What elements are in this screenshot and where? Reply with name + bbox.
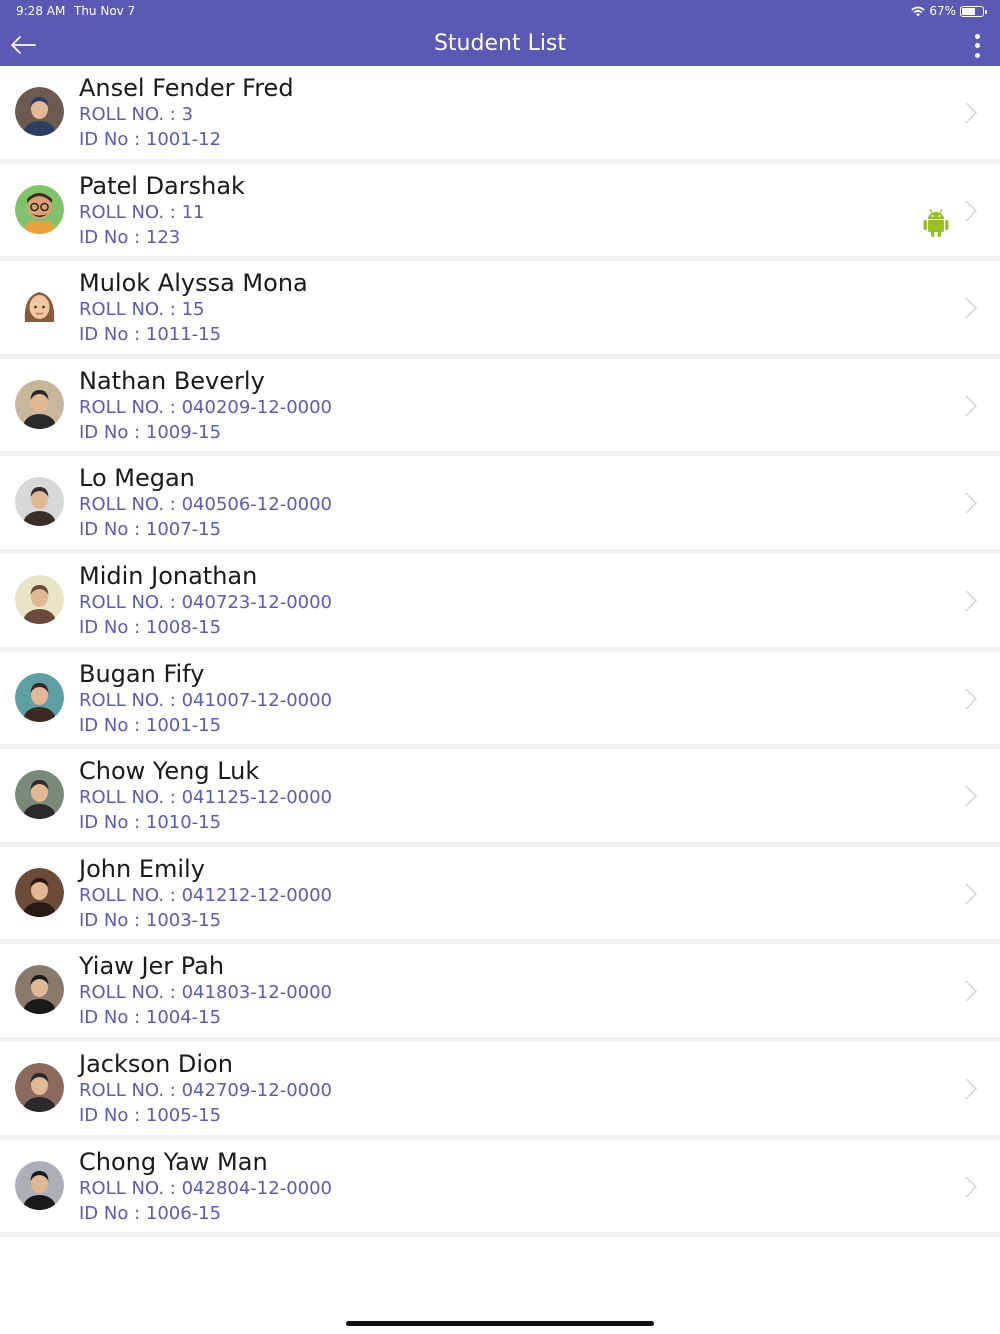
home-indicator [346, 1321, 654, 1326]
student-name: Yiaw Jer Pah [79, 952, 225, 981]
photo-avatar [15, 1062, 64, 1112]
roll-number: ROLL NO. : 3 [79, 104, 194, 125]
student-name: Chong Yaw Man [79, 1147, 268, 1176]
navigation-bar: 9:28 AM Thu Nov 7 67% Student List [0, 0, 1000, 66]
id-number: ID No : 1009-15 [79, 421, 222, 443]
roll-number: ROLL NO. : 15 [79, 299, 205, 321]
android-icon [923, 208, 949, 237]
id-number: ID No : 1008-15 [79, 616, 222, 638]
student-row[interactable]: Bugan Fify ROLL NO. : 041007-12-0000 ID No… [0, 651, 1000, 750]
id-number: ID No : 1003-15 [79, 909, 222, 931]
page-title: Student List [433, 31, 567, 56]
student-name: Nathan Beverly [79, 366, 265, 395]
roll-number: ROLL NO. : 041125-12-0000 [79, 787, 333, 809]
status-date: Thu Nov 7 [74, 4, 136, 18]
photo-avatar [15, 867, 64, 917]
roll-number: ROLL NO. : 041007-12-0000 [79, 689, 333, 711]
more-options-button[interactable] [968, 32, 986, 60]
roll-number: ROLL NO. : 040506-12-0000 [79, 494, 333, 516]
photo-avatar [15, 1160, 64, 1210]
photo-avatar [15, 574, 64, 624]
student-row[interactable]: Ansel Fender Fred ROLL NO. : 3 ID No : 100… [0, 66, 1000, 164]
dot-icon [974, 43, 980, 49]
status-time: 9:28 AM [16, 4, 66, 18]
student-name: Chow Yeng Luk [79, 757, 260, 786]
dot-icon [974, 52, 980, 58]
student-row[interactable]: Chong Yaw Man ROLL NO. : 042804-12-0000 ID… [0, 1139, 1000, 1238]
student-name: Lo Megan [79, 464, 195, 493]
chevron-right-icon [965, 688, 978, 710]
chevron-right-icon [965, 1078, 978, 1100]
cartoon-man-avatar [15, 184, 64, 234]
roll-number: ROLL NO. : 041803-12-0000 [79, 982, 333, 1004]
student-name: Mulok Alyssa Mona [79, 269, 308, 298]
id-number: ID No : 123 [79, 226, 181, 248]
student-row[interactable]: John Emily ROLL NO. : 041212-12-0000 ID No… [0, 846, 1000, 945]
status-indicators: 67% [911, 4, 987, 18]
chevron-right-icon [965, 785, 978, 807]
student-row[interactable]: Midin Jonathan ROLL NO. : 040723-12-0000 I… [0, 553, 1000, 652]
photo-avatar [15, 672, 64, 722]
photo-avatar [15, 477, 64, 527]
student-name: Bugan Fify [79, 659, 205, 688]
id-number: ID No : 1001-12 [79, 129, 222, 150]
roll-number: ROLL NO. : 041212-12-0000 [79, 884, 333, 906]
chevron-right-icon [965, 102, 978, 124]
photo-avatar [15, 965, 64, 1015]
student-row[interactable]: Jackson Dion ROLL NO. : 042709-12-0000 ID … [0, 1041, 1000, 1140]
chevron-right-icon [965, 1176, 978, 1198]
photo-avatar [15, 87, 64, 136]
id-number: ID No : 1010-15 [79, 812, 222, 834]
dot-icon [974, 34, 980, 40]
id-number: ID No : 1011-15 [79, 324, 222, 346]
battery-level [962, 7, 975, 15]
student-row[interactable]: Nathan Beverly ROLL NO. : 040209-12-0000 I… [0, 358, 1000, 457]
chevron-right-icon [965, 297, 978, 319]
chevron-right-icon [965, 395, 978, 417]
student-row[interactable]: Chow Yeng Luk ROLL NO. : 041125-12-0000 ID… [0, 749, 1000, 847]
cartoon-girl-avatar [15, 282, 64, 332]
student-row[interactable]: Yiaw Jer Pah ROLL NO. : 041803-12-0000 ID … [0, 944, 1000, 1042]
chevron-right-icon [965, 883, 978, 905]
id-number: ID No : 1004-15 [79, 1007, 222, 1029]
chevron-right-icon [965, 590, 978, 612]
student-row[interactable]: Mulok Alyssa Mona ROLL NO. : 15 ID No : 10… [0, 261, 1000, 359]
id-number: ID No : 1007-15 [79, 519, 222, 541]
id-number: ID No : 1001-15 [79, 714, 222, 736]
battery-icon [960, 5, 987, 17]
chevron-right-icon [965, 492, 978, 514]
chevron-right-icon [965, 200, 978, 222]
roll-number: ROLL NO. : 040209-12-0000 [79, 396, 333, 418]
roll-number: ROLL NO. : 042709-12-0000 [79, 1079, 333, 1101]
student-name: Ansel Fender Fred [79, 74, 294, 102]
photo-avatar [15, 379, 64, 429]
student-list: Ansel Fender Fred ROLL NO. : 3 ID No : 100… [0, 66, 1000, 1238]
chevron-right-icon [965, 980, 978, 1002]
wifi-icon [911, 6, 926, 16]
student-name: John Emily [79, 854, 205, 883]
photo-avatar [15, 770, 64, 820]
roll-number: ROLL NO. : 042804-12-0000 [79, 1177, 333, 1199]
id-number: ID No : 1006-15 [79, 1202, 222, 1224]
roll-number: ROLL NO. : 040723-12-0000 [79, 591, 333, 613]
student-name: Jackson Dion [79, 1049, 233, 1078]
roll-number: ROLL NO. : 11 [79, 201, 205, 223]
student-name: Midin Jonathan [79, 561, 258, 590]
battery-percent: 67% [929, 4, 956, 18]
id-number: ID No : 1005-15 [79, 1104, 222, 1126]
student-row[interactable]: Patel Darshak ROLL NO. : 11 ID No : 123 [0, 163, 1000, 262]
student-name: Patel Darshak [79, 171, 245, 200]
student-row[interactable]: Lo Megan ROLL NO. : 040506-12-0000 ID No :… [0, 456, 1000, 554]
